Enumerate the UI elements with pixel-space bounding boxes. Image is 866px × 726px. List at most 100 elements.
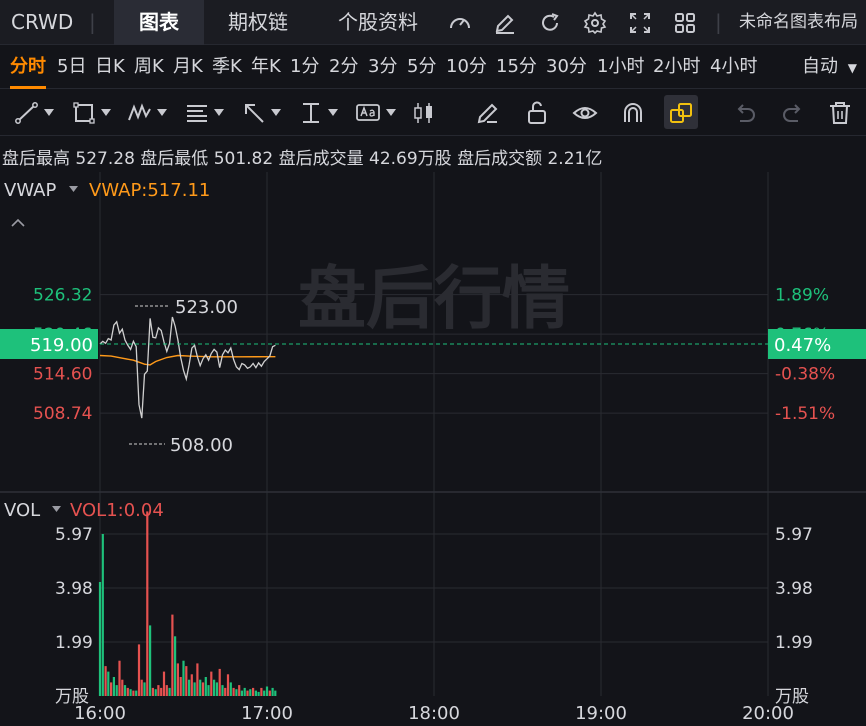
volume-bar [112, 677, 115, 696]
volume-bar [98, 582, 102, 696]
volume-bar [199, 679, 202, 696]
fullscreen-icon[interactable] [628, 11, 652, 35]
after-hours-stats: 盘后最高 527.28 盘后最低 501.82 盘后成交量 42.69万股 盘后… [2, 144, 602, 169]
link-layers-icon[interactable] [668, 100, 694, 126]
period-month[interactable]: 月K [173, 45, 203, 89]
volume-bar [118, 660, 121, 696]
vol-axis-tick: 1.99 [55, 633, 93, 653]
time-axis-tick: 19:00 [575, 703, 627, 724]
settings-gear-icon[interactable] [583, 11, 607, 35]
period-2min[interactable]: 2分 [329, 45, 358, 89]
text-tool-icon[interactable] [355, 100, 381, 126]
chevron-down-icon[interactable] [328, 109, 338, 117]
pattern-tool-icon[interactable] [127, 100, 153, 126]
stat-turnover-label: 盘后成交额 [457, 149, 543, 169]
volume-bar [168, 687, 171, 696]
indicator-label-vol[interactable]: VOL [4, 500, 40, 521]
layout-name[interactable]: 未命名图表布局 [739, 0, 866, 45]
undo-icon[interactable] [732, 100, 758, 126]
period-5d[interactable]: 5日 [57, 45, 86, 89]
price-volume-chart[interactable]: 盘后行情 526.321.89%520.460.76%514.60-0.38%5… [0, 172, 866, 726]
volume-bar [218, 668, 221, 696]
period-week[interactable]: 周K [134, 45, 164, 89]
volume-bar [107, 671, 110, 696]
collapse-chevron-up-icon[interactable] [11, 218, 25, 227]
chevron-down-icon[interactable] [271, 109, 281, 117]
volume-bar [246, 690, 249, 696]
edit-icon[interactable] [493, 11, 517, 35]
volume-bar [235, 689, 238, 696]
volume-bar [271, 687, 274, 696]
symbol-label[interactable]: CRWD [11, 0, 73, 45]
volume-bar [226, 674, 230, 696]
scale-mode-label: 自动 [802, 56, 838, 77]
chevron-down-icon[interactable] [101, 109, 111, 117]
rectangle-tool-icon[interactable] [71, 100, 97, 126]
period-2h[interactable]: 2小时 [653, 45, 700, 89]
period-intraday[interactable]: 分时 [10, 45, 46, 89]
volume-bar [229, 682, 232, 696]
scale-mode-select[interactable]: 自动 ▼ [802, 45, 857, 89]
volume-bar [123, 685, 127, 696]
volume-bar [252, 687, 255, 696]
volume-bar [135, 690, 138, 696]
magnet-icon[interactable] [620, 100, 646, 126]
period-10min[interactable]: 10分 [446, 45, 487, 89]
volume-bar [151, 687, 154, 696]
vol-axis-tick: 3.98 [55, 579, 93, 599]
trend-line-tool-icon[interactable] [14, 100, 40, 126]
volume-bar [257, 691, 260, 696]
period-3min[interactable]: 3分 [368, 45, 397, 89]
volume-bar [232, 687, 235, 696]
period-year[interactable]: 年K [251, 45, 281, 89]
period-15min[interactable]: 15分 [496, 45, 537, 89]
chevron-down-icon[interactable] [69, 186, 78, 192]
layout-grid-icon[interactable] [673, 11, 697, 35]
chevron-down-icon[interactable] [386, 109, 396, 117]
period-day[interactable]: 日K [95, 45, 125, 89]
gauge-icon[interactable] [448, 11, 472, 35]
time-axis-tick: 16:00 [74, 703, 126, 724]
volume-bar [185, 666, 188, 696]
arrow-tool-icon[interactable] [241, 100, 267, 126]
period-30min[interactable]: 30分 [546, 45, 587, 89]
period-4h[interactable]: 4小时 [710, 45, 757, 89]
chevron-down-icon[interactable] [157, 109, 167, 117]
active-period-underline [10, 86, 46, 89]
pct-axis-tick: -0.38% [775, 365, 835, 385]
volume-bar [143, 682, 146, 696]
chevron-down-icon[interactable] [52, 506, 61, 512]
volume-bar [140, 679, 143, 696]
volume-bar [238, 685, 241, 696]
trash-icon[interactable] [827, 100, 853, 126]
volume-bar [160, 687, 163, 696]
tab-stock-profile[interactable]: 个股资料 [338, 0, 418, 45]
pct-axis-tick: -1.51% [775, 404, 835, 424]
volume-bar [171, 614, 174, 696]
tab-chart[interactable]: 图表 [114, 0, 204, 45]
refresh-icon[interactable] [538, 11, 562, 35]
volume-bar [274, 690, 277, 696]
candlestick-tool-icon[interactable] [411, 100, 437, 126]
period-1h[interactable]: 1小时 [597, 45, 644, 89]
brush-icon[interactable] [475, 100, 501, 126]
eye-icon[interactable] [572, 100, 598, 126]
period-5min[interactable]: 5分 [407, 45, 436, 89]
volume-bar [224, 687, 227, 696]
tab-options-chain[interactable]: 期权链 [228, 0, 288, 45]
indicator-label-vwap[interactable]: VWAP [4, 180, 56, 201]
redo-icon[interactable] [780, 100, 806, 126]
period-quarter[interactable]: 季K [212, 45, 242, 89]
measure-tool-icon[interactable] [298, 100, 324, 126]
period-1min[interactable]: 1分 [290, 45, 319, 89]
fibonacci-tool-icon[interactable] [184, 100, 210, 126]
unlock-icon[interactable] [524, 100, 550, 126]
volume-bar [265, 686, 269, 696]
chevron-down-icon[interactable] [214, 109, 224, 117]
volume-bar [263, 690, 266, 696]
price-axis-tick: 514.60 [33, 365, 92, 385]
period-bar: 分时 5日 日K 周K 月K 季K 年K 1分 2分 3分 5分 10分 15分… [0, 45, 866, 89]
stat-high-label: 盘后最高 [2, 149, 70, 169]
price-axis-tick: 526.32 [33, 286, 92, 306]
chevron-down-icon[interactable] [44, 109, 54, 117]
